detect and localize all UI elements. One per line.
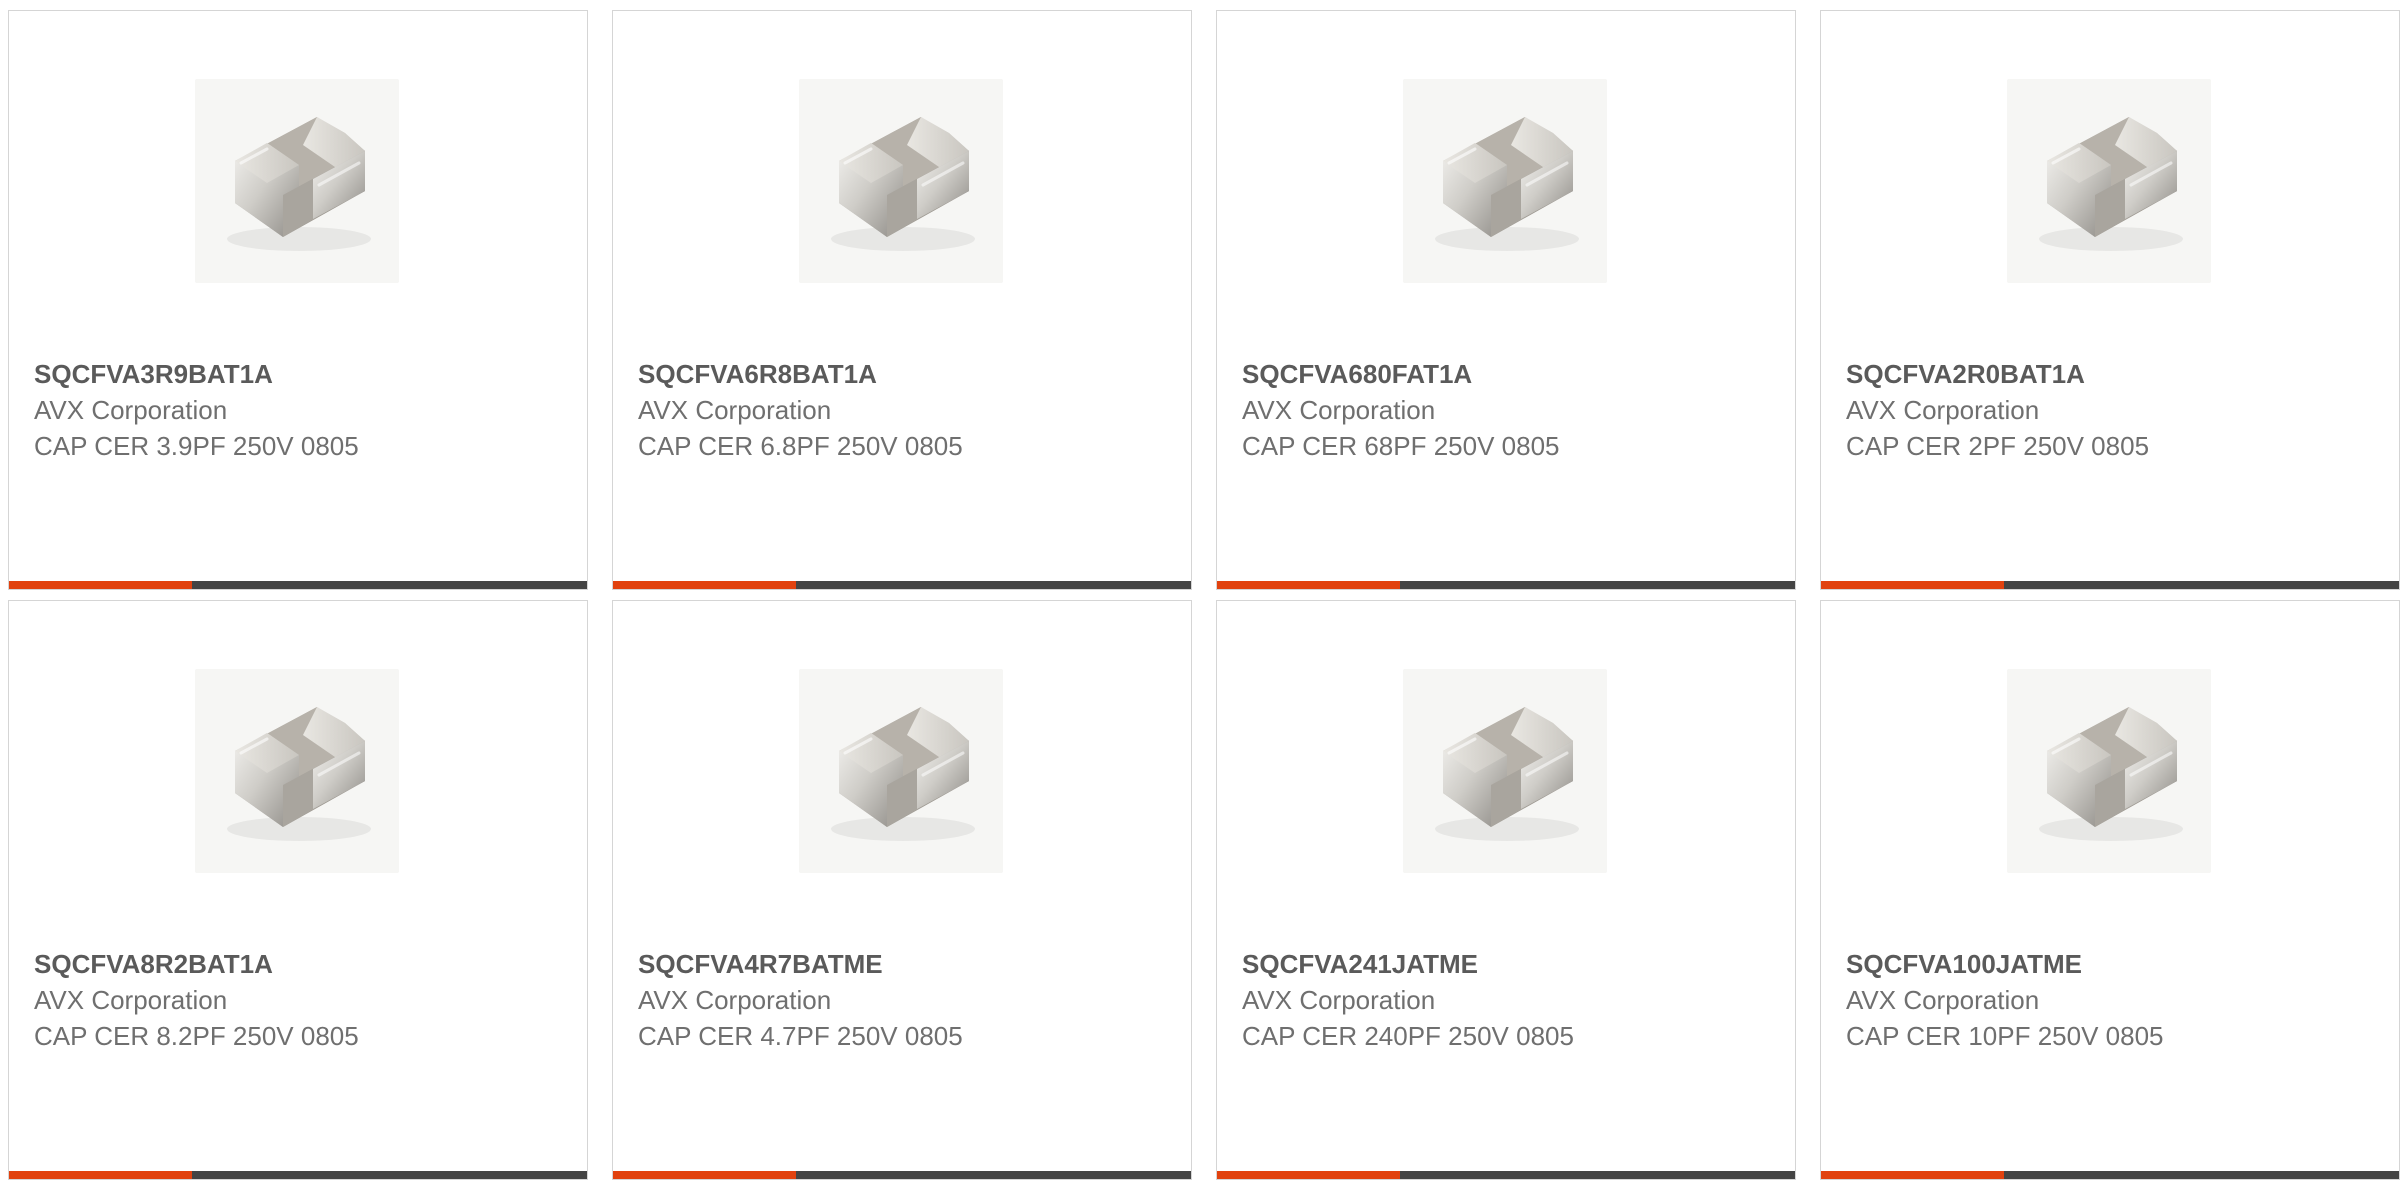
product-description: CAP CER 8.2PF 250V 0805 [34,1021,359,1051]
product-card[interactable]: SQCFVA241JATME AVX Corporation CAP CER 2… [1216,600,1796,1180]
product-card[interactable]: SQCFVA6R8BAT1A AVX Corporation CAP CER 6… [612,10,1192,590]
card-accent-bar [9,1171,587,1179]
product-info: SQCFVA680FAT1A AVX Corporation CAP CER 6… [1242,356,1775,464]
capacitor-chip-image[interactable] [1403,79,1607,283]
product-description: CAP CER 6.8PF 250V 0805 [638,431,963,461]
part-number[interactable]: SQCFVA3R9BAT1A [34,356,567,392]
card-accent-bar [1821,581,2399,589]
accent-segment [1217,1171,1400,1179]
dark-segment [1400,1171,1795,1179]
product-grid: SQCFVA3R9BAT1A AVX Corporation CAP CER 3… [8,10,2400,1180]
product-card[interactable]: SQCFVA8R2BAT1A AVX Corporation CAP CER 8… [8,600,588,1180]
product-info: SQCFVA100JATME AVX Corporation CAP CER 1… [1846,946,2379,1054]
part-number[interactable]: SQCFVA680FAT1A [1242,356,1775,392]
manufacturer: AVX Corporation [638,985,832,1015]
part-number[interactable]: SQCFVA8R2BAT1A [34,946,567,982]
part-number[interactable]: SQCFVA100JATME [1846,946,2379,982]
part-number[interactable]: SQCFVA241JATME [1242,946,1775,982]
manufacturer: AVX Corporation [638,395,832,425]
accent-segment [1821,1171,2004,1179]
part-number[interactable]: SQCFVA6R8BAT1A [638,356,1171,392]
capacitor-chip-image[interactable] [799,669,1003,873]
accent-segment [1217,581,1400,589]
product-description: CAP CER 4.7PF 250V 0805 [638,1021,963,1051]
product-info: SQCFVA2R0BAT1A AVX Corporation CAP CER 2… [1846,356,2379,464]
accent-segment [613,1171,796,1179]
dark-segment [796,1171,1191,1179]
product-card[interactable]: SQCFVA4R7BATME AVX Corporation CAP CER 4… [612,600,1192,1180]
manufacturer: AVX Corporation [1846,985,2040,1015]
dark-segment [192,581,587,589]
accent-segment [9,581,192,589]
card-accent-bar [613,581,1191,589]
capacitor-chip-image[interactable] [195,669,399,873]
accent-segment [9,1171,192,1179]
dark-segment [2004,581,2399,589]
part-number[interactable]: SQCFVA2R0BAT1A [1846,356,2379,392]
dark-segment [192,1171,587,1179]
card-accent-bar [1821,1171,2399,1179]
dark-segment [796,581,1191,589]
capacitor-chip-image[interactable] [799,79,1003,283]
card-accent-bar [9,581,587,589]
product-info: SQCFVA8R2BAT1A AVX Corporation CAP CER 8… [34,946,567,1054]
product-card[interactable]: SQCFVA680FAT1A AVX Corporation CAP CER 6… [1216,10,1796,590]
dark-segment [2004,1171,2399,1179]
product-info: SQCFVA3R9BAT1A AVX Corporation CAP CER 3… [34,356,567,464]
capacitor-chip-image[interactable] [1403,669,1607,873]
manufacturer: AVX Corporation [1242,985,1436,1015]
product-description: CAP CER 68PF 250V 0805 [1242,431,1560,461]
capacitor-chip-image[interactable] [2007,79,2211,283]
accent-segment [613,581,796,589]
manufacturer: AVX Corporation [1846,395,2040,425]
card-accent-bar [1217,1171,1795,1179]
part-number[interactable]: SQCFVA4R7BATME [638,946,1171,982]
product-info: SQCFVA4R7BATME AVX Corporation CAP CER 4… [638,946,1171,1054]
manufacturer: AVX Corporation [34,985,228,1015]
product-info: SQCFVA6R8BAT1A AVX Corporation CAP CER 6… [638,356,1171,464]
product-info: SQCFVA241JATME AVX Corporation CAP CER 2… [1242,946,1775,1054]
product-description: CAP CER 10PF 250V 0805 [1846,1021,2164,1051]
manufacturer: AVX Corporation [1242,395,1436,425]
accent-segment [1821,581,2004,589]
card-accent-bar [613,1171,1191,1179]
product-card[interactable]: SQCFVA2R0BAT1A AVX Corporation CAP CER 2… [1820,10,2400,590]
card-accent-bar [1217,581,1795,589]
product-description: CAP CER 3.9PF 250V 0805 [34,431,359,461]
product-description: CAP CER 240PF 250V 0805 [1242,1021,1574,1051]
dark-segment [1400,581,1795,589]
product-card[interactable]: SQCFVA100JATME AVX Corporation CAP CER 1… [1820,600,2400,1180]
manufacturer: AVX Corporation [34,395,228,425]
capacitor-chip-image[interactable] [195,79,399,283]
capacitor-chip-image[interactable] [2007,669,2211,873]
product-description: CAP CER 2PF 250V 0805 [1846,431,2150,461]
product-card[interactable]: SQCFVA3R9BAT1A AVX Corporation CAP CER 3… [8,10,588,590]
